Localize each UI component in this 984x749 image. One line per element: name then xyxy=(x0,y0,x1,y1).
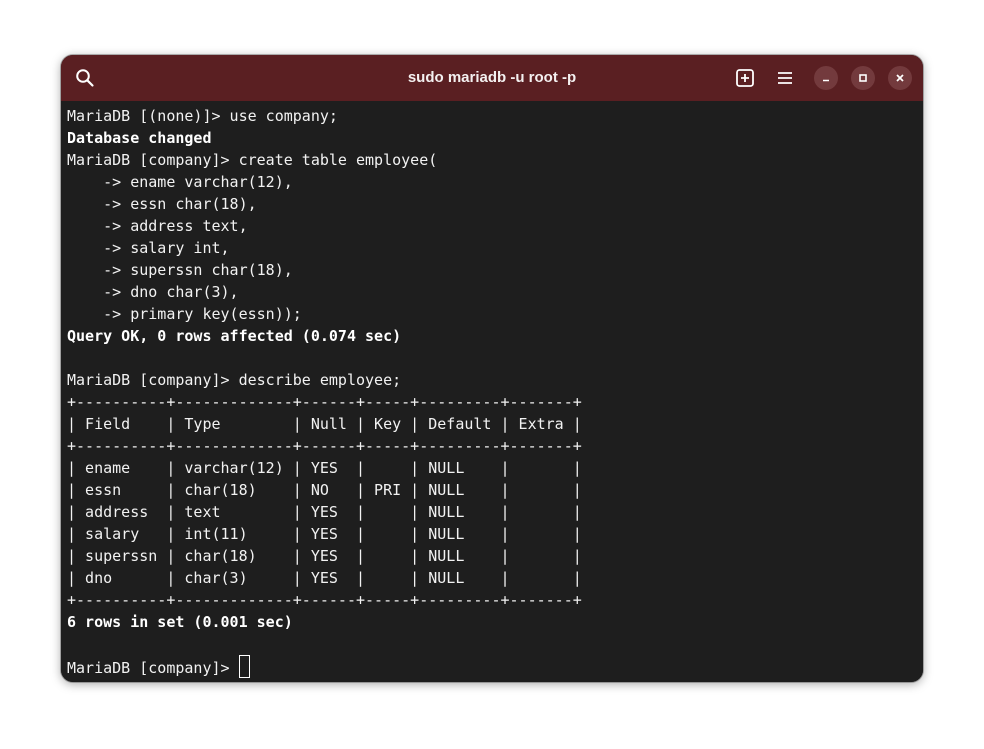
table-border-line: +----------+-------------+------+-----+-… xyxy=(67,393,582,411)
title-bar[interactable]: sudo mariadb -u root -p xyxy=(61,55,923,101)
table-border-line: +----------+-------------+------+-----+-… xyxy=(67,437,582,455)
terminal-line: -> dno char(3), xyxy=(67,283,239,301)
minimize-icon xyxy=(823,79,829,82)
terminal-line: -> superssn char(18), xyxy=(67,261,293,279)
terminal-line: -> ename varchar(12), xyxy=(67,173,293,191)
terminal-line: Database changed xyxy=(67,129,212,147)
minimize-button[interactable] xyxy=(814,66,838,90)
new-tab-button[interactable] xyxy=(731,64,759,92)
terminal-line: -> essn char(18), xyxy=(67,195,257,213)
terminal-line: MariaDB [company]> create table employee… xyxy=(67,151,438,169)
main-menu-button[interactable] xyxy=(771,64,799,92)
terminal-line: MariaDB [company]> describe employee; xyxy=(67,371,402,389)
text-cursor xyxy=(238,655,250,678)
terminal-lines: MariaDB [(none)]> use company; Database … xyxy=(67,105,582,678)
terminal-line: -> primary key(essn)); xyxy=(67,305,302,323)
table-row: | salary | int(11) | YES | | NULL | | xyxy=(67,525,582,543)
prompt-text: MariaDB [company]> xyxy=(67,659,239,677)
terminal-line: 6 rows in set (0.001 sec) xyxy=(67,613,293,631)
terminal-line: -> address text, xyxy=(67,217,248,235)
table-header-line: | Field | Type | Null | Key | Default | … xyxy=(67,415,582,433)
close-button[interactable] xyxy=(888,66,912,90)
terminal-line: MariaDB [(none)]> use company; xyxy=(67,107,338,125)
table-border-line: +----------+-------------+------+-----+-… xyxy=(67,591,582,609)
table-row: | ename | varchar(12) | YES | | NULL | | xyxy=(67,459,582,477)
terminal-window: sudo mariadb -u root -p MariaDB [(none)]… xyxy=(61,55,923,682)
terminal-output[interactable]: MariaDB [(none)]> use company; Database … xyxy=(61,101,923,682)
terminal-line: -> salary int, xyxy=(67,239,230,257)
search-button[interactable] xyxy=(71,64,99,92)
maximize-icon xyxy=(859,74,867,82)
table-row: | dno | char(3) | YES | | NULL | | xyxy=(67,569,582,587)
new-tab-icon xyxy=(736,69,754,87)
prompt-line[interactable]: MariaDB [company]> xyxy=(67,655,582,678)
maximize-button[interactable] xyxy=(851,66,875,90)
close-icon xyxy=(896,74,904,82)
table-row: | superssn | char(18) | YES | | NULL | | xyxy=(67,547,582,565)
table-row: | address | text | YES | | NULL | | xyxy=(67,503,582,521)
table-row: | essn | char(18) | NO | PRI | NULL | | xyxy=(67,481,582,499)
hamburger-menu-icon xyxy=(778,72,792,84)
search-icon xyxy=(76,69,94,87)
terminal-line: Query OK, 0 rows affected (0.074 sec) xyxy=(67,327,402,345)
